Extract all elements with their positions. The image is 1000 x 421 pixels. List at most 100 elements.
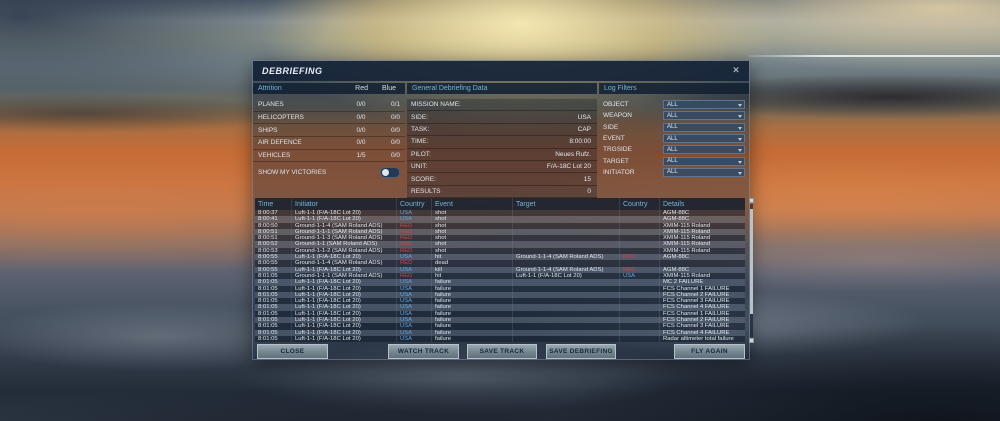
fly-again-button[interactable]: FLY AGAIN xyxy=(674,344,745,359)
cell-initiator: Luft-1-1 (F/A-18C Lot 20) xyxy=(291,335,396,343)
show-my-victories-toggle[interactable] xyxy=(380,166,400,178)
attrition-blue-value: 0/1 xyxy=(390,101,400,109)
chevron-down-icon xyxy=(738,138,742,142)
log-filters-panel: OBJECT ALL WEAPON ALL SIDE ALL EVENT ALL… xyxy=(599,99,749,178)
column-header-time: Time xyxy=(258,200,274,208)
toggle-knob xyxy=(382,168,389,176)
table-scrollbar[interactable] xyxy=(749,198,755,343)
log-filter-label: TRGSIDE xyxy=(603,146,632,154)
attrition-blue-column-header: Blue xyxy=(381,85,396,92)
attrition-row: SHIPS 0/0 0/0 xyxy=(253,124,405,138)
general-field-value: 0 xyxy=(587,187,591,195)
chevron-down-icon xyxy=(738,171,742,175)
general-field-label: TASK: xyxy=(411,125,430,133)
scroll-up-icon[interactable] xyxy=(749,198,754,203)
log-filter-dropdown[interactable]: ALL xyxy=(663,145,745,155)
save-track-button[interactable]: SAVE TRACK xyxy=(467,344,537,359)
general-data-field: TIME: 8:00:00 xyxy=(407,136,597,149)
log-filter-label: INITIATOR xyxy=(603,168,635,176)
log-filter-dropdown[interactable]: ALL xyxy=(663,122,745,132)
attrition-row-label: SHIPS xyxy=(258,126,278,134)
column-header-country: Country xyxy=(396,198,431,210)
log-filter-row: OBJECT ALL xyxy=(599,99,749,110)
attrition-row-label: VEHICLES xyxy=(258,152,291,160)
event-log-table: Time Initiator Country Event Target Coun… xyxy=(255,198,754,343)
column-header-event: Event xyxy=(431,198,512,210)
general-data-field: UNIT: F/A-18C Lot 20 xyxy=(407,160,597,174)
general-data-field: RESULTS 0 xyxy=(407,185,597,199)
close-icon[interactable]: ✕ xyxy=(730,64,742,76)
log-filter-row: WEAPON ALL xyxy=(599,110,749,121)
cell-time: 8:01:05 xyxy=(258,335,278,342)
log-filter-row: INITIATOR ALL xyxy=(599,167,749,178)
attrition-title: Attrition xyxy=(258,85,282,92)
log-filter-selected-value: ALL xyxy=(667,146,678,153)
attrition-row: AIR DEFENCE 0/0 0/0 xyxy=(253,137,405,150)
general-data-section-header: General Debriefing Data xyxy=(407,83,597,94)
chevron-down-icon xyxy=(738,149,742,153)
attrition-row-label: PLANES xyxy=(258,101,284,109)
cell-event: failure xyxy=(431,335,512,343)
log-filter-selected-value: ALL xyxy=(667,158,678,165)
attrition-blue-value: 0/0 xyxy=(390,139,400,147)
log-filter-dropdown[interactable]: ALL xyxy=(663,156,745,166)
general-field-label: SCORE: xyxy=(411,175,436,183)
log-filter-label: OBJECT xyxy=(603,101,629,109)
debriefing-dialog: DEBRIEFING ✕ Attrition Red Blue General … xyxy=(252,60,754,360)
general-field-label: MISSION NAME: xyxy=(411,101,461,109)
attrition-row-label: AIR DEFENCE xyxy=(258,139,302,147)
chevron-down-icon xyxy=(738,126,742,130)
attrition-red-value: 0/0 xyxy=(356,114,366,122)
general-field-value: 15 xyxy=(583,175,591,183)
attrition-blue-value: 0/0 xyxy=(390,126,400,134)
dialog-titlebar: DEBRIEFING ✕ xyxy=(253,61,749,81)
cell-details: Radar altimeter total failure xyxy=(659,335,745,343)
section-headers: Attrition Red Blue General Debriefing Da… xyxy=(253,83,749,94)
attrition-red-column-header: Red xyxy=(355,85,368,92)
close-button[interactable]: CLOSE xyxy=(257,344,328,359)
general-field-label: TIME: xyxy=(411,138,429,146)
watch-track-button[interactable]: WATCH TRACK xyxy=(388,344,459,359)
column-header-initiator: Initiator xyxy=(291,198,396,210)
cell-target xyxy=(512,335,619,343)
attrition-blue-value: 0/0 xyxy=(390,114,400,122)
log-filter-label: WEAPON xyxy=(603,112,632,120)
log-filter-dropdown[interactable]: ALL xyxy=(663,111,745,121)
chevron-down-icon xyxy=(738,115,742,119)
general-field-value: F/A-18C Lot 20 xyxy=(546,163,591,171)
column-header-target: Target xyxy=(512,198,619,210)
attrition-red-value: 0/0 xyxy=(356,101,366,109)
attrition-row: VEHICLES 1/5 0/0 xyxy=(253,150,405,163)
event-log-row[interactable]: 8:01:05 Luft-1-1 (F/A-18C Lot 20) USA fa… xyxy=(255,335,745,343)
general-data-field: MISSION NAME: xyxy=(407,99,597,112)
general-field-value: USA xyxy=(577,113,591,121)
cell-target-country xyxy=(619,335,659,343)
log-filters-section-header: Log Filters xyxy=(599,83,749,94)
attrition-row: HELICOPTERS 0/0 0/0 xyxy=(253,112,405,125)
general-field-label: SIDE: xyxy=(411,113,428,121)
cell-country: USA xyxy=(396,335,431,343)
log-filter-label: EVENT xyxy=(603,135,625,143)
log-filter-selected-value: ALL xyxy=(667,112,678,119)
log-filter-label: SIDE xyxy=(603,123,619,131)
chevron-down-icon xyxy=(738,160,742,164)
attrition-red-value: 0/0 xyxy=(356,126,366,134)
scroll-down-icon[interactable] xyxy=(749,338,754,343)
log-filter-selected-value: ALL xyxy=(667,101,678,108)
dialog-button-row: CLOSE WATCH TRACK SAVE TRACK SAVE DEBRIE… xyxy=(253,344,749,360)
log-filter-row: TARGET ALL xyxy=(599,155,749,166)
log-filter-selected-value: ALL xyxy=(667,124,678,131)
log-filter-dropdown[interactable]: ALL xyxy=(663,100,745,110)
save-debriefing-button[interactable]: SAVE DEBRIEFING xyxy=(546,344,616,359)
general-data-panel: MISSION NAME: SIDE: USA TASK: CAP TIME: … xyxy=(407,99,597,199)
column-header-target-country: Country xyxy=(619,198,659,210)
show-my-victories-label: SHOW MY VICTORIES xyxy=(258,168,327,176)
log-filter-dropdown[interactable]: ALL xyxy=(663,167,745,177)
log-filter-label: TARGET xyxy=(603,157,629,165)
attrition-panel: PLANES 0/0 0/1 HELICOPTERS 0/0 0/0 SHIPS… xyxy=(253,99,405,163)
scrollbar-thumb[interactable] xyxy=(750,209,753,314)
general-field-label: PILOT: xyxy=(411,150,431,158)
log-filter-selected-value: ALL xyxy=(667,169,678,176)
log-filter-dropdown[interactable]: ALL xyxy=(663,134,745,144)
general-field-label: RESULTS xyxy=(411,187,441,195)
